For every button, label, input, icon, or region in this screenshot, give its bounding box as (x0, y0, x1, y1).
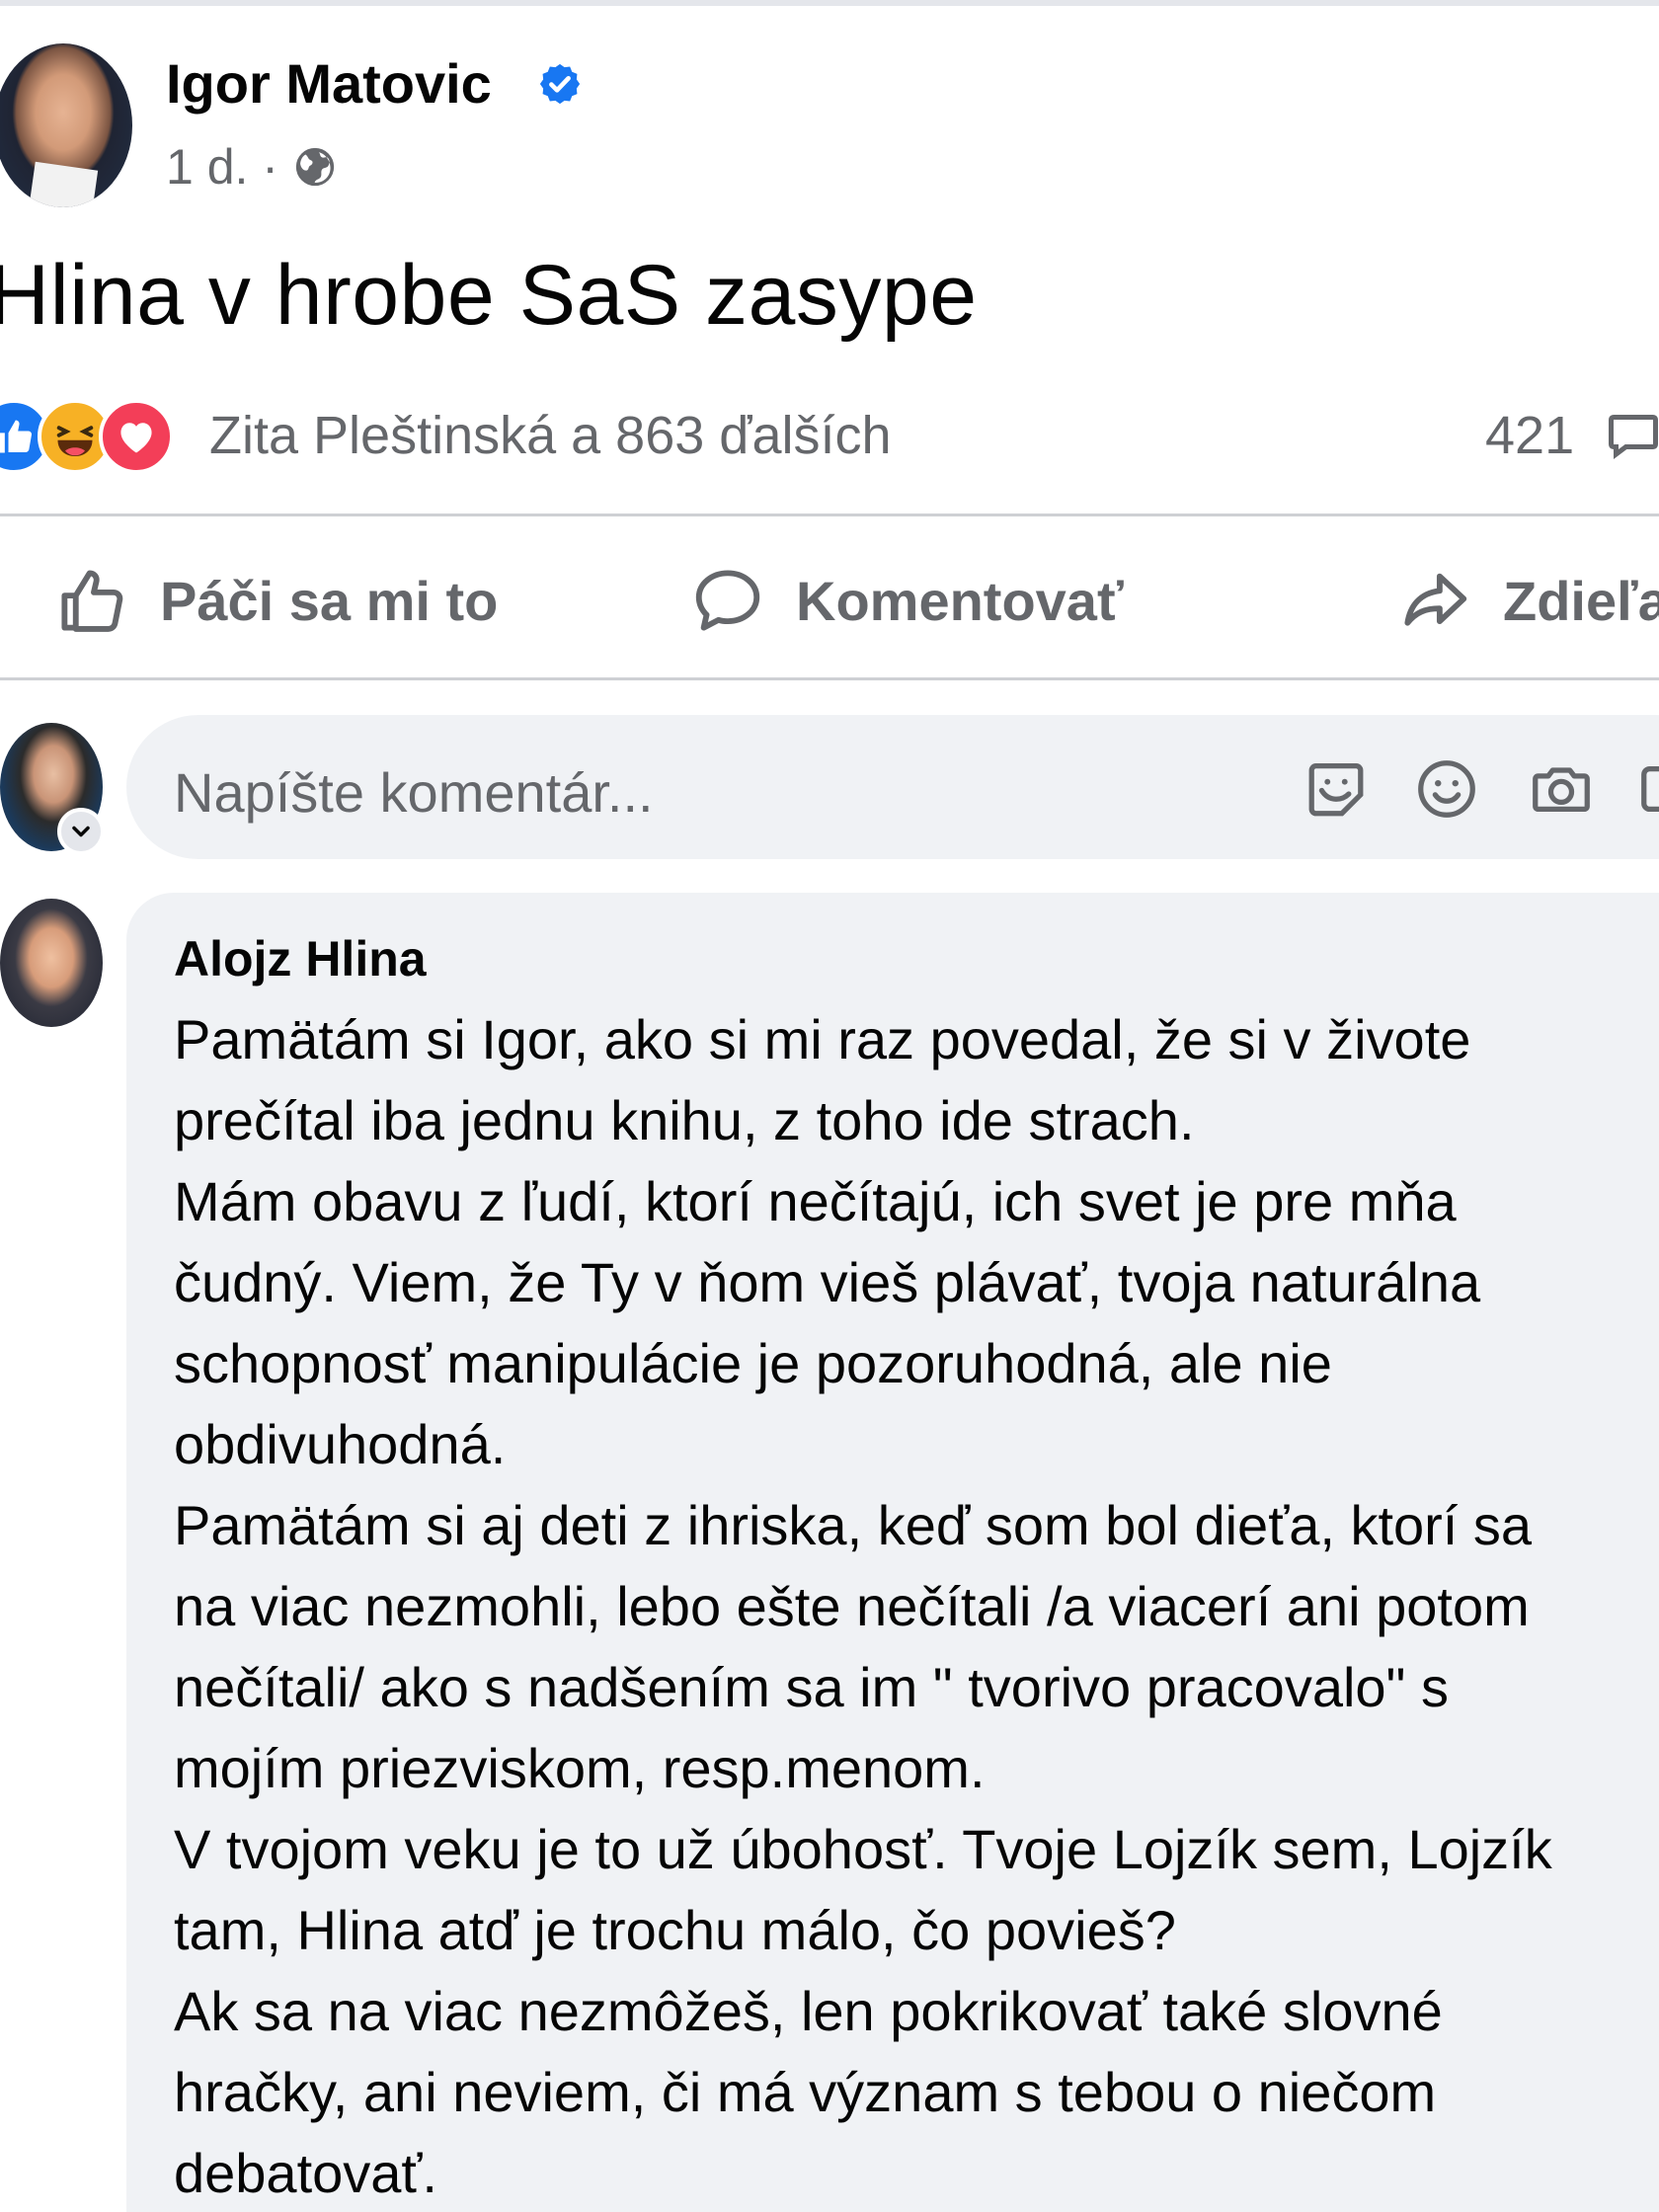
post-text: Hlina v hrobe SaS zasype (0, 248, 978, 343)
like-button[interactable]: Páči sa mi to (53, 553, 498, 648)
share-button[interactable]: Zdieľa (1396, 553, 1659, 648)
share-button-label: Zdieľa (1503, 569, 1659, 632)
like-button-label: Páči sa mi to (160, 569, 499, 632)
comment-line: čudný. Viem, že Ty v ňom vieš plávať, tv… (174, 1251, 1481, 1313)
comment-line: tam, Hlina atď je trochu málo, čo povieš… (174, 1899, 1176, 1961)
comment-line: Pamätám si Igor, ako si mi raz povedal, … (174, 1008, 1471, 1070)
post-author-name[interactable]: Igor Matovic (166, 51, 492, 116)
comment-count[interactable]: 421 (1485, 405, 1574, 466)
comment-line: Mám obavu z ľudí, ktorí nečítajú, ich sv… (174, 1170, 1457, 1232)
reactions-icons[interactable] (0, 399, 194, 474)
thumbs-up-icon (61, 570, 123, 632)
top-separator (0, 0, 1659, 6)
comment-line: prečítal iba jednu knihu, z toho ide str… (174, 1089, 1195, 1151)
divider-bottom (0, 677, 1659, 680)
emoji-icon[interactable] (1412, 754, 1481, 824)
comment-line: debatovať. (174, 2142, 437, 2204)
comment-author-name[interactable]: Alojz Hlina (174, 930, 427, 988)
comment-line: Pamätám si aj deti z ihriska, keď som bo… (174, 1494, 1533, 1556)
post-timestamp[interactable]: 1 d. · (166, 138, 278, 196)
chevron-down-icon[interactable] (57, 808, 105, 855)
comment-line: schopnosť manipulácie je pozoruhodná, al… (174, 1332, 1332, 1394)
sticker-icon[interactable] (1302, 754, 1371, 824)
comment-line: hračky, ani neviem, či má význam s tebou… (174, 2061, 1437, 2123)
comment-input-placeholder: Napíšte komentár... (174, 761, 654, 824)
comment-button-label: Komentovať (796, 569, 1124, 632)
comment-line: nečítali/ ako s nadšením sa im " tvorivo… (174, 1656, 1449, 1718)
verified-badge-icon (539, 63, 581, 105)
comment-line: V tvojom veku je to už úbohosť. Tvoje Lo… (174, 1818, 1552, 1880)
comment-text: Pamätám si Igor, ako si mi raz povedal, … (174, 999, 1659, 2212)
post-meta: 1 d. · (166, 138, 338, 196)
gif-icon[interactable] (1635, 754, 1659, 824)
commenter-avatar[interactable] (0, 899, 103, 1027)
comment-line: mojím priezviskom, resp.menom. (174, 1737, 986, 1799)
comment-line: Ak sa na viac nezmôžeš, len pokrikovať t… (174, 1980, 1443, 2042)
comment-icon (695, 570, 760, 631)
love-reaction-icon (99, 399, 174, 474)
comment-line: na viac nezmohli, lebo ešte nečítali /a … (174, 1575, 1530, 1637)
facebook-post-page: Igor Matovic 1 d. · Hlina v hrobe SaS za… (0, 0, 1659, 2212)
comment-line: obdivuhodná. (174, 1413, 507, 1475)
share-arrow-icon (1404, 573, 1467, 626)
comment-button[interactable]: Komentovať (689, 553, 1124, 648)
comment-bubble-icon (1609, 415, 1658, 459)
camera-icon[interactable] (1527, 754, 1596, 824)
globe-icon (295, 147, 335, 187)
author-avatar[interactable] (0, 43, 132, 207)
divider-top (0, 514, 1659, 516)
reactions-summary[interactable]: Zita Pleštinská a 863 ďalších (209, 405, 892, 466)
